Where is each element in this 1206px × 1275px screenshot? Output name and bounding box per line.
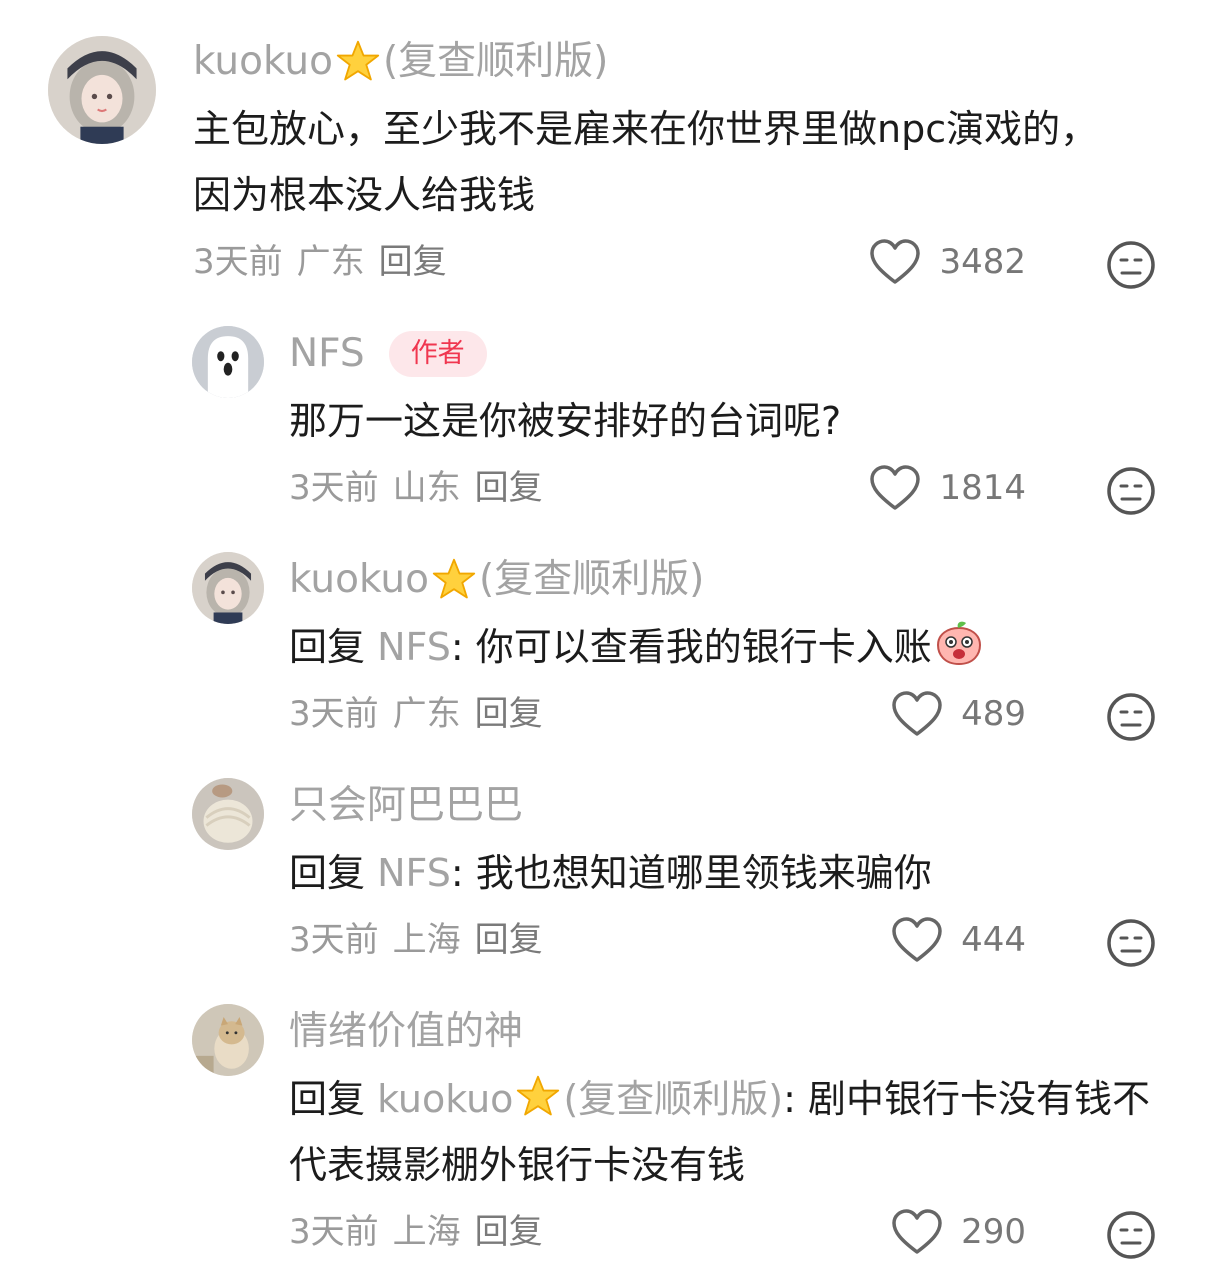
reply-target-name: kuokuo xyxy=(377,1077,514,1121)
heart-outline-icon xyxy=(891,916,943,964)
comment-text: 那万一这是你被安排好的台词呢? xyxy=(289,388,1149,454)
meh-face-icon[interactable] xyxy=(1106,240,1156,290)
reply-prefix: 回复 xyxy=(289,1077,378,1121)
comment-meta: 3天前 广东 回复 xyxy=(289,694,557,734)
meh-face-icon[interactable] xyxy=(1106,692,1156,742)
comment-text: 主包放心，至少我不是雇来在你世界里做npc演戏的，因为根本没人给我钱 xyxy=(193,107,1099,217)
comment-meta: 3天前 上海 回复 xyxy=(289,920,557,960)
avatar[interactable] xyxy=(192,778,264,850)
comment-text: 回复 NFS: 我也想知道哪里领钱来骗你 xyxy=(289,840,1169,906)
surprised-peach-emoji xyxy=(934,618,984,668)
comment-time: 3天前 xyxy=(289,920,379,960)
comment-time: 3天前 xyxy=(289,1212,379,1252)
reply-button[interactable]: 回复 xyxy=(379,242,447,282)
comment-username-line[interactable]: 只会阿巴巴巴 xyxy=(289,782,523,830)
reply-button[interactable]: 回复 xyxy=(475,1212,543,1252)
username-suffix: (复查顺利版) xyxy=(382,39,609,84)
star-emoji-icon xyxy=(335,39,381,85)
reply-target-user[interactable]: NFS xyxy=(377,625,451,669)
comment-username-line[interactable]: kuokuo (复查顺利版) xyxy=(289,556,704,604)
comment-time: 3天前 xyxy=(289,694,379,734)
like-button[interactable]: 444 xyxy=(891,916,1026,964)
reply-item: kuokuo (复查顺利版) 回复 NFS: 你可以查看我的银行卡入账 3天前广… xyxy=(0,530,1206,756)
reply-target-suffix: (复查顺利版) xyxy=(563,1077,784,1121)
star-emoji-icon xyxy=(431,557,477,603)
heart-outline-icon xyxy=(891,690,943,738)
avatar[interactable] xyxy=(48,36,156,144)
comment-location: 广东 xyxy=(296,242,365,282)
comment-location: 上海 xyxy=(392,920,461,960)
comment-text-content: : 我也想知道哪里领钱来骗你 xyxy=(450,851,932,895)
comment-location: 上海 xyxy=(392,1212,461,1252)
comment-location: 山东 xyxy=(392,468,461,508)
comment-username[interactable]: NFS xyxy=(289,330,365,378)
comment-username-line[interactable]: kuokuo (复查顺利版) xyxy=(193,38,608,86)
reply-prefix: 回复 xyxy=(289,851,378,895)
like-count: 290 xyxy=(961,1212,1026,1252)
comment-meta: 3天前 上海 回复 xyxy=(289,1212,557,1252)
comment-text-content: 那万一这是你被安排好的台词呢? xyxy=(289,399,842,443)
comment-time: 3天前 xyxy=(193,242,283,282)
meh-face-icon[interactable] xyxy=(1106,1210,1156,1260)
comment-location: 广东 xyxy=(392,694,461,734)
comment-username[interactable]: kuokuo xyxy=(289,556,429,604)
comment-time: 3天前 xyxy=(289,468,379,508)
comment-text-content: : 你可以查看我的银行卡入账 xyxy=(450,625,932,669)
comment-username-line[interactable]: NFS 作者 xyxy=(289,330,487,378)
reply-prefix: 回复 xyxy=(289,625,378,669)
reply-item: 情绪价值的神 回复 kuokuo (复查顺利版): 剧中银行卡没有钱不代表摄影棚外… xyxy=(0,982,1206,1275)
comment-username[interactable]: 情绪价值的神 xyxy=(289,1008,523,1056)
like-button[interactable]: 1814 xyxy=(869,464,1026,512)
heart-outline-icon xyxy=(891,1208,943,1256)
reply-target-user[interactable]: kuokuo (复查顺利版) xyxy=(377,1074,784,1121)
avatar[interactable] xyxy=(192,552,264,624)
like-button[interactable]: 290 xyxy=(891,1208,1026,1256)
reply-button[interactable]: 回复 xyxy=(475,468,543,508)
reply-item: NFS 作者 那万一这是你被安排好的台词呢? 3天前 山东 回复 1814 xyxy=(0,300,1206,530)
like-count: 1814 xyxy=(939,468,1026,508)
comment-meta: 3天前 广东 回复 xyxy=(193,242,461,282)
avatar[interactable] xyxy=(192,1004,264,1076)
comment-meta: 3天前 山东 回复 xyxy=(289,468,557,508)
star-emoji-icon xyxy=(515,1074,561,1120)
comment-text: 回复 NFS: 你可以查看我的银行卡入账 xyxy=(289,614,1169,680)
heart-outline-icon xyxy=(869,464,921,512)
reply-item: 只会阿巴巴巴 回复 NFS: 我也想知道哪里领钱来骗你 3天前 上海 回复 444 xyxy=(0,756,1206,982)
reply-button[interactable]: 回复 xyxy=(475,920,543,960)
comment-text: 回复 kuokuo (复查顺利版): 剧中银行卡没有钱不代表摄影棚外银行卡没有钱 xyxy=(289,1066,1169,1198)
author-badge: 作者 xyxy=(388,331,487,377)
comment-username[interactable]: 只会阿巴巴巴 xyxy=(289,782,523,830)
comment-username-line[interactable]: 情绪价值的神 xyxy=(289,1008,523,1056)
like-count: 3482 xyxy=(939,242,1026,282)
meh-face-icon[interactable] xyxy=(1106,466,1156,516)
like-count: 489 xyxy=(961,694,1026,734)
comment-item: kuokuo (复查顺利版) 主包放心，至少我不是雇来在你世界里做npc演戏的，… xyxy=(0,0,1206,300)
like-count: 444 xyxy=(961,920,1026,960)
reply-target-user[interactable]: NFS xyxy=(377,851,451,895)
meh-face-icon[interactable] xyxy=(1106,918,1156,968)
like-button[interactable]: 489 xyxy=(891,690,1026,738)
heart-outline-icon xyxy=(869,238,921,286)
reply-button[interactable]: 回复 xyxy=(475,694,543,734)
username-suffix: (复查顺利版) xyxy=(478,557,705,602)
avatar[interactable] xyxy=(192,326,264,398)
comment-username[interactable]: kuokuo xyxy=(193,38,333,86)
like-button[interactable]: 3482 xyxy=(869,238,1026,286)
